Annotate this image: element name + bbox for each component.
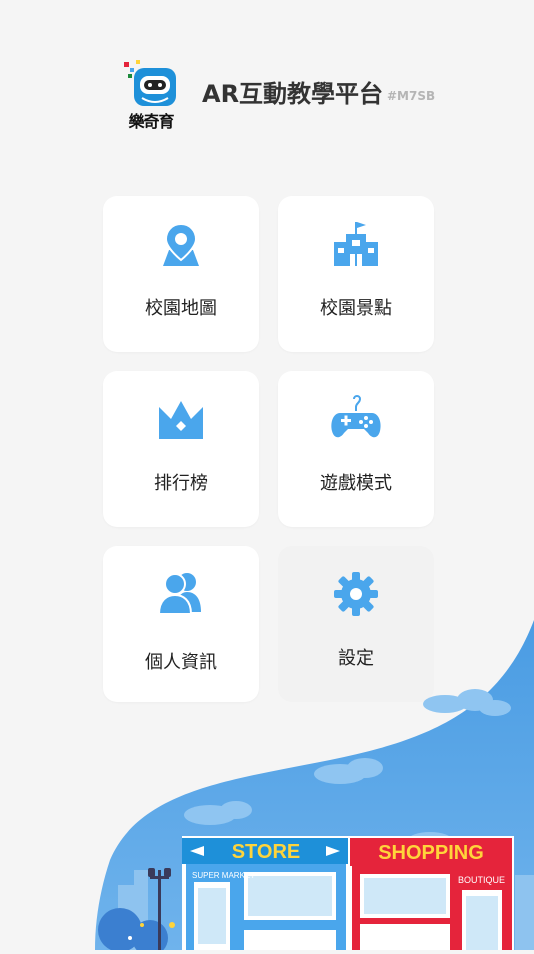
menu-card-campus-spots[interactable]: 校園景點	[278, 196, 434, 352]
super-market-text: SUPER MARKET	[192, 871, 255, 880]
robot-logo-icon	[124, 60, 176, 106]
menu-card-game-mode[interactable]: 遊戲模式	[278, 371, 434, 527]
store-sign: STORE	[232, 841, 301, 863]
menu-label: 校園景點	[320, 298, 392, 319]
school-building-icon	[334, 222, 378, 266]
menu-card-leaderboard[interactable]: 排行榜	[103, 371, 259, 527]
crown-icon	[159, 401, 203, 439]
map-pin-icon	[163, 222, 199, 266]
menu-label: 校園地圖	[145, 298, 217, 319]
menu-card-campus-map[interactable]: 校園地圖	[103, 196, 259, 352]
app-logo: 樂奇育	[120, 58, 182, 131]
boutique-text: BOUTIQUE	[458, 875, 505, 885]
menu-label: 遊戲模式	[320, 473, 392, 494]
app-header: 樂奇育 AR互動教學平台 #M7SB	[0, 0, 534, 160]
room-code: #M7SB	[387, 89, 436, 103]
menu-label: 排行榜	[154, 473, 208, 494]
page-title: AR互動教學平台	[202, 80, 384, 108]
shopping-sign: SHOPPING	[378, 842, 484, 864]
city-shop-illustration: STORE SHOPPING SUPER MARKET BOUTIQUE	[0, 600, 534, 954]
shop-scene-image: STORE SHOPPING SUPER MARKET BOUTIQUE	[95, 620, 534, 954]
game-controller-icon	[331, 395, 381, 438]
logo-text: 樂奇育	[128, 112, 174, 131]
